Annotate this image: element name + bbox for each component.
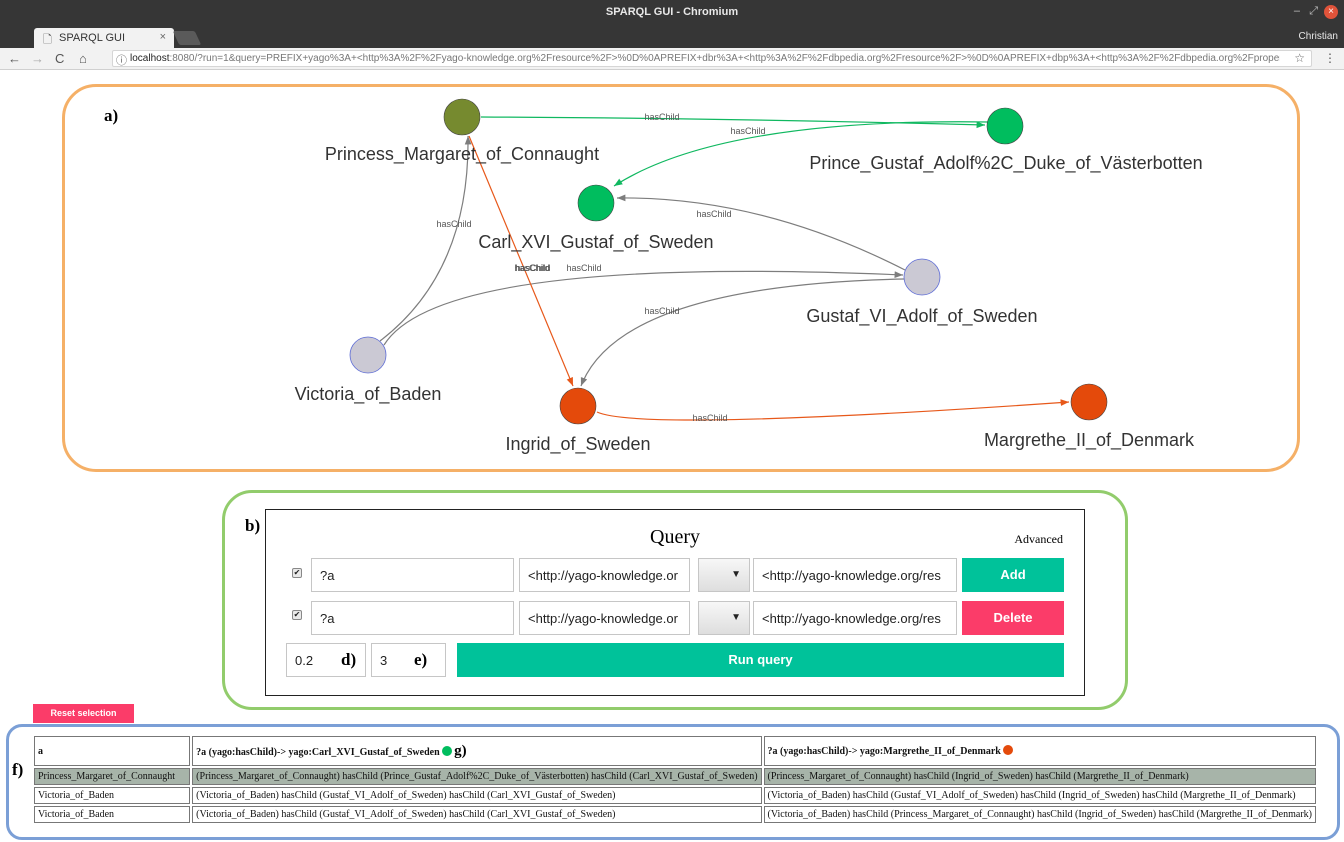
column-header-carl[interactable]: ?a (yago:hasChild)-> yago:Carl_XVI_Gusta… — [192, 736, 762, 766]
table-cell: (Princess_Margaret_of_Connaught) hasChil… — [763, 768, 1316, 785]
table-row[interactable]: Victoria_of_Baden (Victoria_of_Baden) ha… — [34, 787, 1316, 804]
results-viewport: a ?a (yago:hasChild)-> yago:Carl_XVI_Gus… — [0, 0, 1318, 842]
table-cell: Victoria_of_Baden — [34, 787, 191, 804]
table-header-row: a ?a (yago:hasChild)-> yago:Carl_XVI_Gus… — [34, 736, 1316, 766]
column-header-a[interactable]: a — [34, 736, 191, 766]
table-cell: (Princess_Margaret_of_Connaught) hasChil… — [192, 768, 762, 785]
label-g: g) — [454, 742, 467, 759]
table-cell: (Victoria_of_Baden) hasChild (Princess_M… — [763, 806, 1316, 823]
table-cell: Victoria_of_Baden — [34, 806, 191, 823]
table-cell: Princess_Margaret_of_Connaught — [34, 768, 191, 785]
table-row[interactable]: Princess_Margaret_of_Connaught (Princess… — [34, 768, 1316, 785]
table-row[interactable]: Victoria_of_Baden (Victoria_of_Baden) ha… — [34, 806, 1316, 823]
orange-dot-icon — [1002, 745, 1013, 755]
table-cell: (Victoria_of_Baden) hasChild (Gustaf_VI_… — [763, 787, 1316, 804]
green-dot-icon — [441, 745, 452, 756]
results-table: a ?a (yago:hasChild)-> yago:Carl_XVI_Gus… — [32, 734, 1318, 825]
column-header-margrethe[interactable]: ?a (yago:hasChild)-> yago:Margrethe_II_o… — [763, 736, 1316, 766]
table-cell: (Victoria_of_Baden) hasChild (Gustaf_VI_… — [192, 806, 762, 823]
table-cell: (Victoria_of_Baden) hasChild (Gustaf_VI_… — [192, 787, 762, 804]
